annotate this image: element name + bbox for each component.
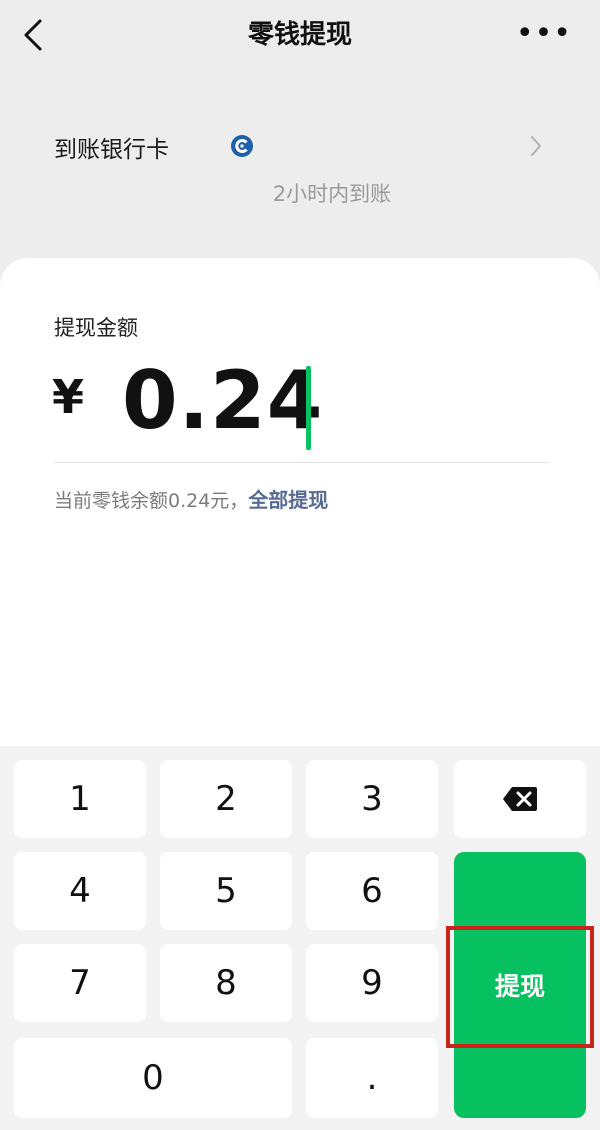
amount-card: 提现金额 ¥ 0.24 当前零钱余额0.24元，全部提现	[0, 258, 600, 748]
page-title: 零钱提现	[247, 20, 352, 50]
divider	[54, 462, 550, 463]
key-8[interactable]: 8	[160, 944, 292, 1022]
key-0[interactable]: 0	[14, 1038, 292, 1118]
withdraw-all-link[interactable]: 全部提现	[248, 488, 328, 512]
key-2[interactable]: 2	[160, 760, 292, 838]
key-6[interactable]: 6	[306, 852, 438, 930]
backspace-key[interactable]	[454, 760, 586, 838]
key-decimal[interactable]: .	[306, 1038, 438, 1118]
key-3[interactable]: 3	[306, 760, 438, 838]
numeric-keypad: 1 2 3 4 5 6 7 8 9 0 . 提现	[0, 746, 600, 1130]
key-5[interactable]: 5	[160, 852, 292, 930]
navigation-bar: 零钱提现 •••	[0, 0, 600, 70]
amount-input[interactable]: 0.24	[122, 354, 323, 447]
key-4[interactable]: 4	[14, 852, 146, 930]
key-1[interactable]: 1	[14, 760, 146, 838]
chevron-right-icon	[531, 136, 541, 156]
more-dots-icon[interactable]: •••	[516, 16, 572, 51]
currency-symbol: ¥	[52, 370, 85, 424]
bank-card-selector[interactable]: 到账银行卡	[0, 110, 600, 180]
withdraw-button[interactable]: 提现	[454, 852, 586, 1118]
arrival-time-text: 2小时内到账	[272, 182, 392, 206]
bank-card-label: 到账银行卡	[54, 137, 169, 163]
balance-info: 当前零钱余额0.24元，全部提现	[54, 484, 328, 513]
key-7[interactable]: 7	[14, 944, 146, 1022]
text-cursor	[306, 366, 311, 450]
balance-text: 当前零钱余额0.24元，	[54, 490, 249, 512]
amount-label: 提现金额	[54, 316, 138, 340]
bank-logo-icon	[231, 135, 253, 157]
backspace-icon	[503, 787, 537, 811]
key-9[interactable]: 9	[306, 944, 438, 1022]
